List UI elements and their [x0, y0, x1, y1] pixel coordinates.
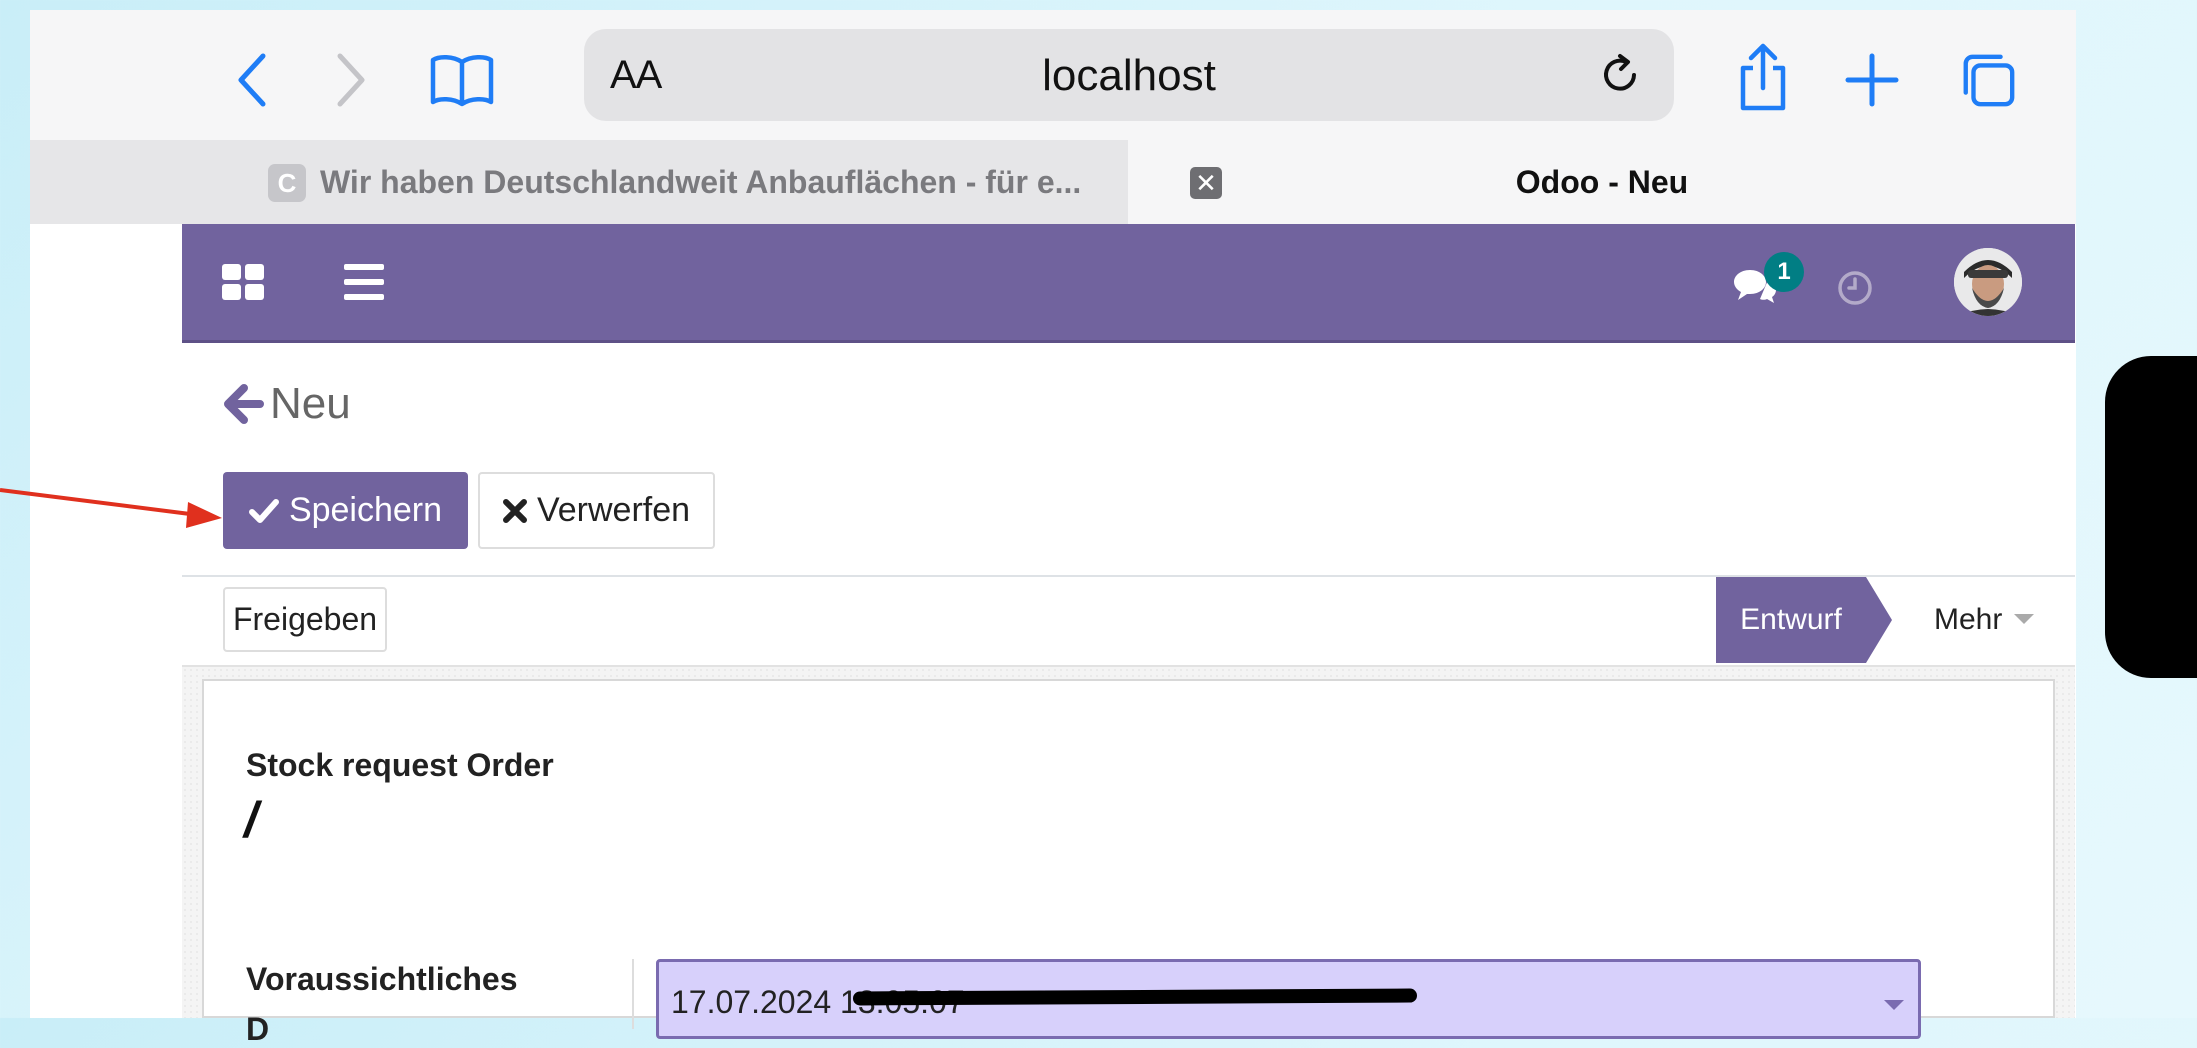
tab-inactive[interactable]: C Wir haben Deutschlandweit Anbauflächen… — [30, 140, 1128, 224]
arrow-left-icon — [224, 384, 264, 424]
messages-badge: 1 — [1764, 252, 1804, 292]
form-sheet: Stock request Order / Voraussichtliches … — [202, 679, 2055, 1047]
breadcrumb[interactable]: Neu — [224, 379, 351, 429]
activities-button[interactable] — [1837, 270, 1873, 311]
discard-button[interactable]: Verwerfen — [478, 472, 715, 549]
more-stages-dropdown[interactable]: Mehr — [1934, 577, 2035, 663]
chevron-left-icon — [238, 53, 266, 107]
reload-icon — [1604, 54, 1636, 91]
tab-title: Wir haben Deutschlandweit Anbauflächen -… — [320, 164, 1082, 200]
save-button[interactable]: Speichern — [223, 472, 468, 549]
more-label: Mehr — [1934, 603, 2003, 636]
form-statusbar: Freigeben Entwurf Mehr — [182, 577, 2075, 667]
breadcrumb-current: Neu — [270, 379, 351, 428]
discard-label: Verwerfen — [536, 491, 691, 529]
forward-button[interactable] — [320, 50, 380, 110]
save-label: Speichern — [288, 491, 443, 529]
back-button[interactable] — [223, 50, 283, 110]
browser-toolbar: AA localhost — [30, 10, 2076, 140]
form-title-label: Stock request Order — [246, 747, 554, 783]
user-avatar[interactable] — [1954, 248, 2022, 316]
share-button[interactable] — [1728, 38, 1798, 118]
expected-date-input[interactable]: 17.07.2024 13:05:07 — [656, 959, 1921, 1039]
url-text: localhost — [1042, 51, 1216, 100]
new-tab-button[interactable] — [1842, 50, 1902, 110]
field-separator — [632, 959, 634, 1029]
release-button[interactable]: Freigeben — [223, 587, 387, 652]
stage-arrow — [1866, 577, 1892, 663]
stage-draft[interactable]: Entwurf — [1716, 577, 1866, 663]
clock-icon — [1838, 271, 1872, 305]
order-name: / — [244, 792, 258, 848]
tabs-overview-button[interactable] — [1958, 50, 2018, 110]
hamburger-menu-button[interactable] — [344, 264, 384, 305]
tab-bar: C Wir haben Deutschlandweit Anbauflächen… — [30, 140, 2076, 224]
plus-icon — [1845, 53, 1899, 107]
control-panel: Neu Speichern Verwerfen — [182, 343, 2075, 577]
hamburger-icon — [344, 264, 384, 300]
book-icon — [430, 55, 494, 107]
tab-active[interactable]: ✕ Odoo - Neu — [1128, 140, 2076, 224]
tab-title: Odoo - Neu — [1515, 164, 1689, 200]
tabs-icon — [1963, 54, 2015, 107]
expected-date-label: Voraussichtliches — [246, 961, 518, 997]
expected-date-label-2: D — [246, 1011, 270, 1047]
side-overlay — [2105, 356, 2197, 678]
chevron-right-icon — [337, 53, 365, 107]
reload-button[interactable] — [1596, 51, 1644, 104]
bookmarks-button[interactable] — [422, 50, 502, 110]
address-bar[interactable]: AA localhost — [584, 29, 1674, 121]
odoo-navbar: 1 — [182, 224, 2075, 343]
avatar-image — [1954, 248, 2022, 316]
apps-menu-button[interactable] — [222, 264, 264, 305]
share-icon — [1740, 43, 1786, 111]
dropdown-caret-icon — [1884, 1000, 1904, 1010]
redaction-mark — [852, 988, 1418, 1006]
check-icon — [248, 498, 279, 523]
caret-down-icon — [2014, 614, 2035, 624]
favicon: C — [268, 164, 306, 202]
grid-icon — [222, 264, 264, 300]
x-icon — [502, 498, 527, 523]
messaging-button[interactable]: 1 — [1732, 252, 1804, 311]
